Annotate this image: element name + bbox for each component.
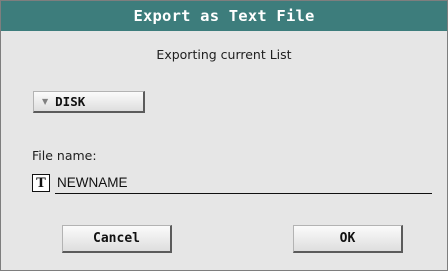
file-name-label: File name: bbox=[32, 148, 97, 163]
export-dialog: Export as Text File Exporting current Li… bbox=[0, 0, 448, 271]
device-selector-button[interactable]: ▼ DISK bbox=[33, 91, 145, 113]
triangle-down-icon: ▼ bbox=[42, 96, 49, 106]
device-selector-value: DISK bbox=[55, 94, 86, 109]
dialog-titlebar: Export as Text File bbox=[1, 1, 447, 31]
dialog-title: Export as Text File bbox=[133, 7, 315, 25]
text-edit-icon[interactable]: T bbox=[32, 174, 50, 192]
file-name-field[interactable]: NEWNAME bbox=[55, 173, 432, 194]
ok-button[interactable]: OK bbox=[293, 225, 403, 253]
cancel-button[interactable]: Cancel bbox=[62, 225, 172, 253]
dialog-subtitle: Exporting current List bbox=[156, 47, 292, 62]
